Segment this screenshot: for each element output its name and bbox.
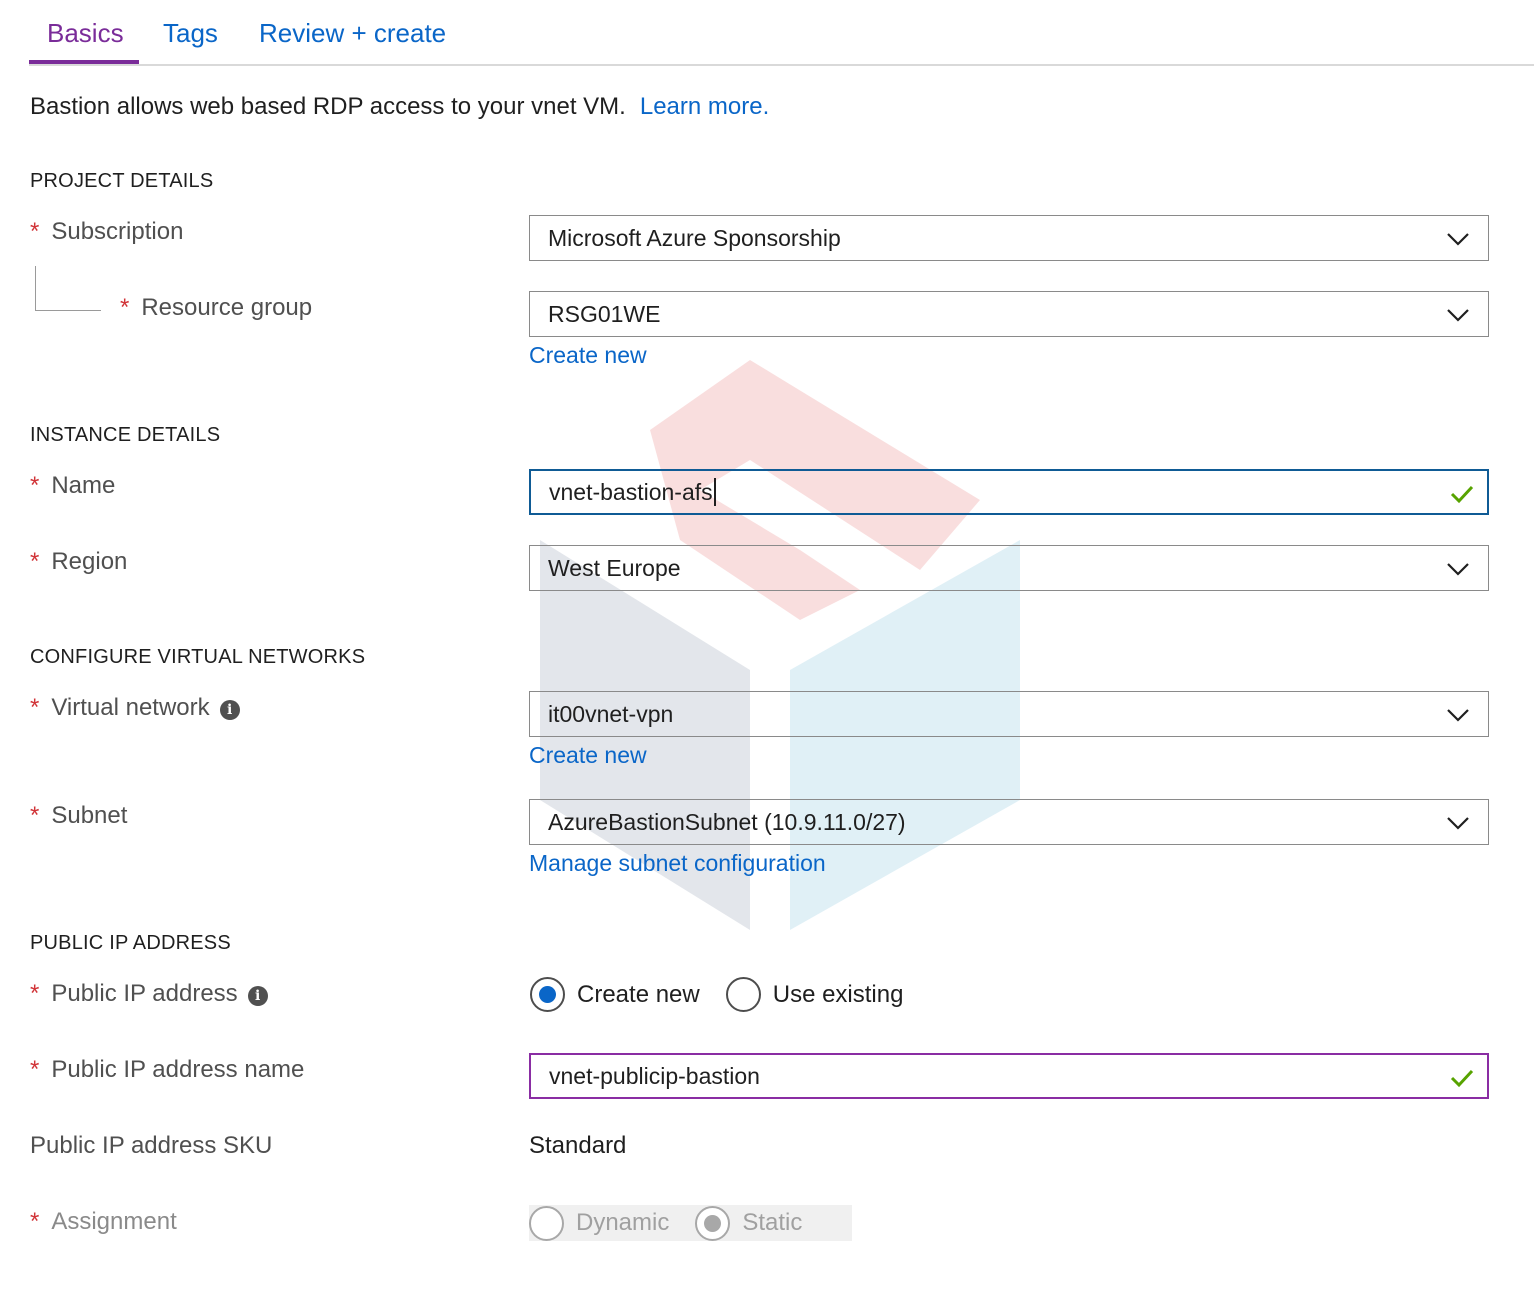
required-indicator: * — [30, 802, 40, 829]
region-label: * Region — [30, 548, 127, 576]
subscription-select[interactable]: Microsoft Azure Sponsorship — [529, 215, 1489, 261]
radio-create-new[interactable]: Create new — [530, 977, 700, 1012]
assignment-label-text: Assignment — [51, 1208, 177, 1235]
radio-circle — [530, 977, 565, 1012]
radio-create-new-label: Create new — [577, 980, 700, 1008]
required-indicator: * — [30, 218, 40, 245]
required-indicator: * — [30, 980, 40, 1007]
subnet-select[interactable]: AzureBastionSubnet (10.9.11.0/27) — [529, 799, 1489, 845]
assignment-label: * Assignment — [30, 1208, 177, 1236]
chevron-down-icon — [1447, 233, 1469, 246]
required-indicator: * — [30, 694, 40, 721]
manage-subnet-configuration-link[interactable]: Manage subnet configuration — [529, 850, 826, 877]
info-icon[interactable]: i — [219, 700, 240, 720]
public-ip-name-input[interactable]: vnet-publicip-bastion — [529, 1053, 1489, 1099]
active-tab-indicator — [29, 60, 139, 64]
resource-group-select[interactable]: RSG01WE — [529, 291, 1489, 337]
radio-selected-dot — [704, 1214, 722, 1232]
subnet-value: AzureBastionSubnet (10.9.11.0/27) — [548, 808, 906, 835]
subscription-label: * Subscription — [30, 218, 183, 246]
subnet-label: * Subnet — [30, 802, 127, 830]
section-instance-details: INSTANCE DETAILS — [30, 424, 221, 446]
radio-circle — [529, 1205, 564, 1241]
required-indicator: * — [30, 1056, 40, 1083]
public-ip-sku-label-text: Public IP address SKU — [30, 1132, 273, 1159]
public-ip-label-text: Public IP address — [51, 980, 238, 1007]
subscription-value: Microsoft Azure Sponsorship — [548, 224, 841, 251]
chevron-down-icon — [1447, 309, 1469, 322]
region-label-text: Region — [51, 548, 128, 575]
public-ip-name-label: * Public IP address name — [30, 1056, 304, 1084]
chevron-down-icon — [1447, 709, 1469, 722]
region-select[interactable]: West Europe — [529, 545, 1489, 591]
create-new-virtual-network-link[interactable]: Create new — [529, 742, 647, 769]
name-label: * Name — [30, 472, 115, 500]
radio-dynamic[interactable]: Dynamic — [529, 1205, 670, 1241]
resource-group-label: * Resource group — [120, 294, 312, 322]
radio-circle — [695, 1205, 731, 1241]
name-value: vnet-bastion-afs — [549, 478, 713, 505]
resource-group-value: RSG01WE — [548, 300, 661, 327]
virtual-network-label: * Virtual network i — [30, 694, 240, 722]
public-ip-label: * Public IP address i — [30, 980, 268, 1008]
radio-selected-dot — [539, 986, 556, 1003]
radio-use-existing[interactable]: Use existing — [725, 977, 904, 1012]
tab-review-create[interactable]: Review + create — [259, 18, 446, 49]
learn-more-link[interactable]: Learn more. — [640, 93, 769, 120]
public-ip-sku-value: Standard — [529, 1132, 627, 1159]
subscription-label-text: Subscription — [51, 218, 184, 245]
virtual-network-select[interactable]: it00vnet-vpn — [529, 691, 1489, 737]
name-input[interactable]: vnet-bastion-afs — [529, 469, 1489, 515]
info-icon[interactable]: i — [247, 986, 268, 1006]
region-value: West Europe — [548, 554, 681, 581]
create-new-resource-group-link[interactable]: Create new — [529, 342, 647, 369]
public-ip-name-value: vnet-publicip-bastion — [549, 1062, 760, 1089]
hierarchy-connector — [35, 266, 101, 311]
tab-bar: Basics Tags Review + create — [29, 0, 1534, 66]
required-indicator: * — [30, 548, 40, 575]
public-ip-radio-group: Create new Use existing — [530, 977, 929, 1012]
virtual-network-value: it00vnet-vpn — [548, 700, 674, 727]
subnet-label-text: Subnet — [51, 802, 128, 829]
name-label-text: Name — [51, 472, 116, 499]
virtual-network-label-text: Virtual network — [51, 694, 210, 721]
required-indicator: * — [30, 472, 40, 499]
radio-static[interactable]: Static — [695, 1205, 803, 1241]
resource-group-label-text: Resource group — [141, 294, 313, 321]
public-ip-name-label-text: Public IP address name — [51, 1056, 305, 1083]
required-indicator: * — [30, 1208, 40, 1235]
intro-description: Bastion allows web based RDP access to y… — [30, 93, 626, 120]
radio-static-label: Static — [742, 1209, 803, 1236]
assignment-radio-group: Dynamic Static — [529, 1205, 853, 1241]
radio-circle — [725, 977, 761, 1012]
tab-basics[interactable]: Basics — [47, 18, 124, 49]
section-project-details: PROJECT DETAILS — [30, 170, 214, 192]
chevron-down-icon — [1447, 563, 1469, 576]
checkmark-icon — [1450, 485, 1474, 504]
radio-dynamic-label: Dynamic — [576, 1209, 670, 1236]
section-configure-virtual-networks: CONFIGURE VIRTUAL NETWORKS — [30, 646, 366, 668]
intro-text: Bastion allows web based RDP access to y… — [30, 93, 769, 121]
text-cursor — [713, 478, 716, 506]
section-public-ip-address: PUBLIC IP ADDRESS — [30, 932, 231, 954]
tab-tags[interactable]: Tags — [163, 18, 218, 49]
chevron-down-icon — [1447, 817, 1469, 830]
public-ip-sku-label: Public IP address SKU — [30, 1132, 272, 1160]
required-indicator: * — [120, 294, 130, 321]
checkmark-icon — [1450, 1069, 1474, 1088]
radio-use-existing-label: Use existing — [772, 980, 904, 1008]
